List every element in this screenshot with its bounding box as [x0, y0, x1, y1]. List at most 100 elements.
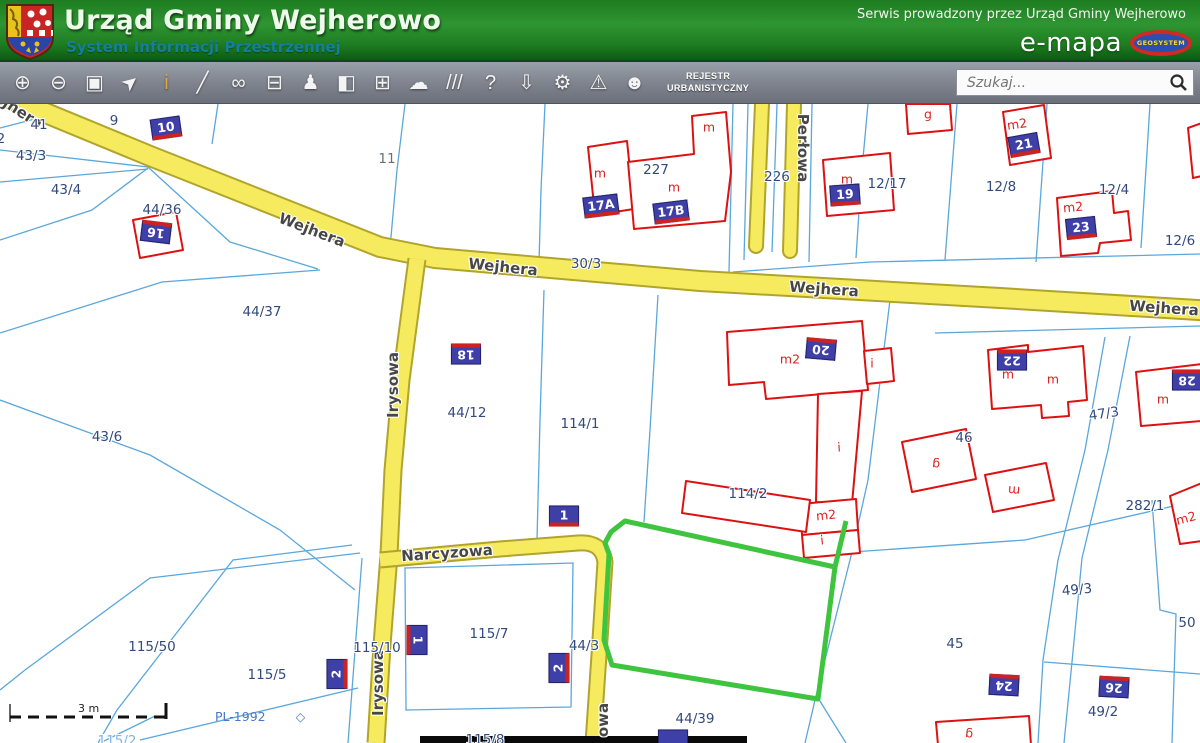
hatch-tool-button[interactable]: /// — [438, 66, 471, 100]
crs-label: PL-1992 — [215, 709, 266, 724]
building-type-label: m2 — [780, 352, 800, 367]
street-view-button[interactable]: ♟ — [294, 66, 327, 100]
zoom-out-button[interactable]: ⊖ — [42, 66, 75, 100]
tool-icon: ╱ — [196, 73, 208, 93]
building-type-label: m2 — [815, 506, 837, 523]
tool-icon: i — [164, 73, 168, 93]
tool-icon: ⇩ — [518, 73, 535, 93]
parcel-number-label: 115/10 — [353, 640, 401, 656]
address-marker: 2 — [549, 653, 570, 683]
info-tool-button[interactable]: i — [150, 66, 183, 100]
help-button[interactable]: ? — [474, 66, 507, 100]
tool-icon: ⊟ — [266, 73, 283, 93]
zoom-extent-button[interactable]: ▣ — [78, 66, 111, 100]
parcel-number-label: 282/1 — [1126, 498, 1165, 514]
tool-icon: ➤ — [118, 69, 144, 95]
parcel-number-label: 44/3 — [569, 638, 599, 654]
address-marker: 17A — [582, 193, 619, 218]
tool-icon: ☁ — [409, 73, 429, 93]
address-marker: 28 — [1172, 370, 1200, 391]
parcel-number-label: 227 — [643, 162, 669, 178]
tool-icon: ⊖ — [50, 73, 67, 93]
parcel-number-label: 43/2 — [0, 131, 5, 147]
crs-indicator: PL-1992 ◇ — [215, 709, 305, 724]
address-marker: 2 — [327, 659, 348, 689]
street-label: owa — [594, 703, 612, 737]
parcel-number-label: 45 — [946, 636, 963, 652]
parcel-number-label: 114/2 — [729, 486, 768, 502]
building-type-label: i — [870, 356, 873, 371]
building-type-label: g — [924, 107, 932, 122]
building-type-label: m2 — [1062, 199, 1083, 216]
parcel-number-label: 44/39 — [676, 711, 715, 727]
address-marker: 17B — [652, 199, 689, 224]
parcel-number-label: 46 — [955, 430, 972, 446]
building-type-label: m — [703, 120, 715, 135]
parcel-number-label: 226 — [764, 169, 790, 185]
map-canvas[interactable]: WejheraWejheraWejheraWejheraWejheraIryso… — [0, 0, 1200, 743]
page-title: Urząd Gminy Wejherowo — [64, 5, 441, 36]
address-marker: 26 — [1098, 676, 1129, 699]
building-type-label: m — [594, 166, 606, 181]
feedback-button[interactable]: ☻ — [618, 66, 651, 100]
tool-icon: ⊕ — [14, 73, 31, 93]
layout-panels-button[interactable]: ⊞ — [366, 66, 399, 100]
tool-icon: ♟ — [302, 73, 320, 93]
address-marker: 23 — [1065, 216, 1097, 240]
building-type-label: g — [931, 457, 940, 473]
download-button[interactable]: ⇩ — [510, 66, 543, 100]
parcel-number-label: 12/8 — [986, 179, 1016, 195]
tool-buttons: ⊕ ⊖ ▣ ➤ i ╱ ∞ ⊟ ♟ ◧ ⊞ ☁ ///? ⇩ ⚙ ⚠ ☻ — [6, 66, 651, 100]
street-label: Irysowa — [369, 650, 387, 716]
parcel-number-label: 12/6 — [1165, 233, 1195, 249]
parcel-number-label: 30/3 — [571, 256, 601, 272]
tool-icon: /// — [446, 73, 463, 93]
zoom-in-button[interactable]: ⊕ — [6, 66, 39, 100]
search-input[interactable] — [965, 74, 1169, 92]
tool-icon: ⚙ — [554, 73, 572, 93]
app-window: WejheraWejheraWejheraWejheraWejheraIryso… — [0, 0, 1200, 743]
search-icon[interactable] — [1169, 73, 1189, 93]
search-box — [956, 69, 1194, 96]
parcel-number-label: 43/3 — [16, 148, 46, 164]
alerts-button[interactable]: ⚠ — [582, 66, 615, 100]
parcel-number-label: 43/6 — [92, 429, 122, 445]
address-marker: 1 — [407, 625, 428, 655]
parcel-number-label: 44/36 — [143, 202, 182, 218]
emapa-logo: e-mapa — [1020, 28, 1122, 58]
address-marker: 19 — [829, 183, 860, 206]
parcel-number-label: 12/4 — [1099, 182, 1129, 198]
crs-symbol-icon: ◇ — [296, 709, 306, 724]
tool-icon: ◧ — [337, 73, 356, 93]
parcel-number-label: 49/2 — [1088, 704, 1118, 720]
address-marker: 10 — [150, 116, 183, 141]
pointer-tool-button[interactable]: ➤ — [114, 66, 147, 100]
street-label: Perłowa — [794, 114, 812, 182]
tool-icon: ▣ — [85, 73, 104, 93]
address-marker: 18 — [451, 344, 481, 365]
draw-polygon-button[interactable]: ☁ — [402, 66, 435, 100]
link-tool-button[interactable]: ∞ — [222, 66, 255, 100]
tool-icon: ∞ — [231, 73, 245, 93]
parcel-number-label: 115/50 — [128, 639, 176, 655]
service-note: Serwis prowadzony przez Urząd Gminy Wejh… — [857, 7, 1186, 22]
rejestr-urbanistyczny-button[interactable]: REJESTR URBANISTYCZNY — [661, 70, 755, 95]
parcel-number-label: 114/1 — [561, 416, 600, 432]
parcel-number-label: 115/2 — [98, 733, 137, 743]
parcel-number-label: 43/4 — [51, 182, 81, 198]
parcel-number-label: 11 — [378, 151, 395, 167]
map-graphics — [0, 0, 1200, 743]
app-header: Urząd Gminy Wejherowo System Informacji … — [0, 0, 1200, 62]
tool-icon: ☻ — [624, 73, 645, 93]
parcel-number-label: 41 — [30, 117, 47, 133]
building-type-label: m2 — [1006, 115, 1028, 133]
building-type-label: m — [668, 180, 680, 195]
parcel-number-label: 9 — [110, 113, 119, 129]
measure-tool-button[interactable]: ╱ — [186, 66, 219, 100]
settings-button[interactable]: ⚙ — [546, 66, 579, 100]
geosystem-logo: GEOSYSTEM — [1130, 30, 1192, 56]
address-marker: 24 — [988, 674, 1019, 697]
scale-bar-label: 3 m — [78, 702, 99, 715]
compare-layers-button[interactable]: ◧ — [330, 66, 363, 100]
print-button[interactable]: ⊟ — [258, 66, 291, 100]
